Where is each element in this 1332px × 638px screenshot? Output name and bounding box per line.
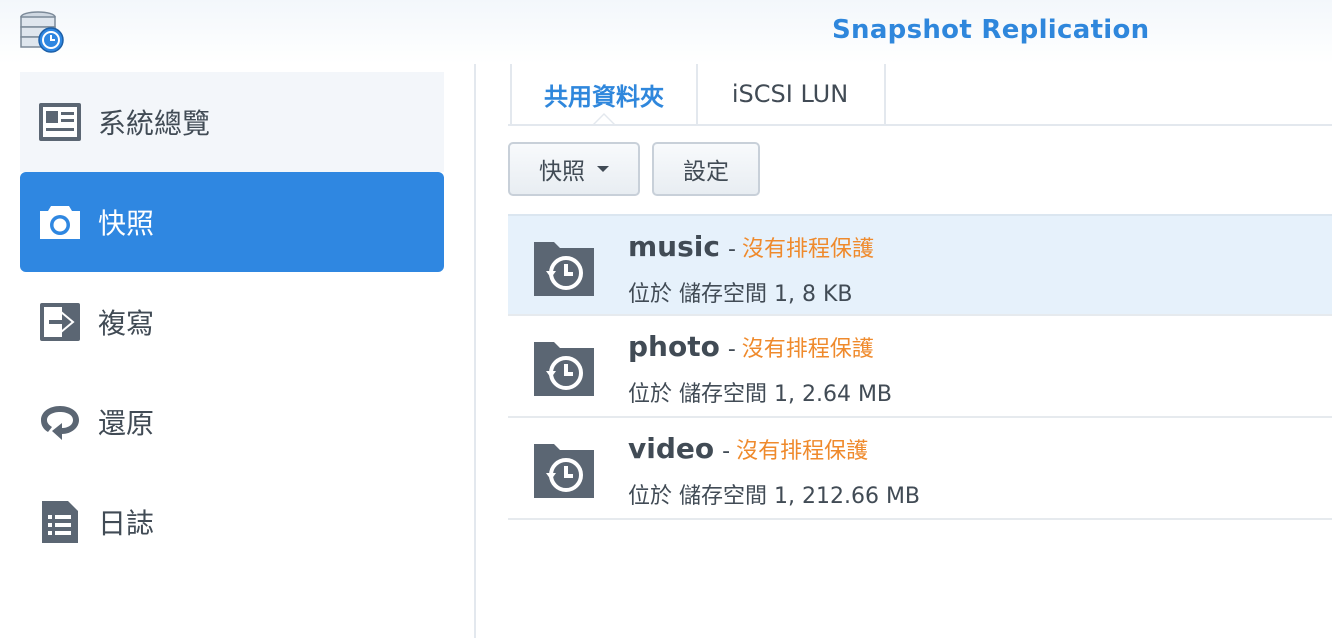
- schedule-status: 沒有排程保護: [741, 237, 874, 262]
- tab-bar: 共用資料夾 iSCSI LUN: [508, 64, 1332, 126]
- separator: -: [727, 337, 736, 362]
- active-tab-indicator: [593, 113, 615, 124]
- folder-location: 位於 儲存空間 1, 8 KB: [628, 282, 853, 307]
- sidebar-item-restore[interactable]: 還原: [20, 372, 444, 472]
- sidebar-item-label: 還原: [98, 407, 155, 440]
- restore-loop-icon: [38, 400, 82, 444]
- folder-name: photo: [628, 330, 720, 363]
- folder-snapshot-icon: [534, 242, 594, 296]
- app-title: Snapshot Replication: [832, 15, 1150, 45]
- sidebar: 系統總覽 快照 複寫 還原 日誌: [0, 64, 476, 638]
- sidebar-item-replication[interactable]: 複寫: [20, 272, 444, 372]
- snapshot-dropdown-button[interactable]: 快照: [508, 142, 640, 196]
- replication-arrow-icon: [38, 300, 82, 344]
- sidebar-item-label: 系統總覽: [98, 107, 211, 140]
- snapshot-replication-app-icon: [20, 11, 64, 53]
- folder-name: video: [628, 432, 715, 465]
- separator: -: [727, 237, 736, 262]
- folder-location: 位於 儲存空間 1, 2.64 MB: [628, 382, 893, 407]
- camera-icon: [38, 200, 82, 244]
- folder-snapshot-icon: [534, 342, 594, 396]
- chevron-down-icon: [597, 166, 609, 172]
- sidebar-item-log[interactable]: 日誌: [20, 472, 444, 572]
- schedule-status: 沒有排程保護: [741, 337, 874, 362]
- overview-card-icon: [38, 100, 82, 144]
- sidebar-item-overview[interactable]: 系統總覽: [20, 72, 444, 172]
- settings-button[interactable]: 設定: [652, 142, 760, 196]
- sidebar-item-label: 日誌: [98, 507, 155, 540]
- shared-folder-list: music - 沒有排程保護 位於 儲存空間 1, 8 KB photo - 沒有排程保…: [508, 214, 1332, 520]
- sidebar-item-snapshots[interactable]: 快照: [20, 172, 444, 272]
- folder-snapshot-icon: [534, 444, 594, 498]
- list-item[interactable]: video - 沒有排程保護 位於 儲存空間 1, 212.66 MB: [508, 418, 1332, 520]
- log-document-icon: [38, 500, 82, 544]
- snapshot-button-label: 快照: [539, 159, 585, 185]
- schedule-status: 沒有排程保護: [736, 439, 869, 464]
- folder-location: 位於 儲存空間 1, 212.66 MB: [628, 484, 921, 509]
- list-item[interactable]: music - 沒有排程保護 位於 儲存空間 1, 8 KB: [508, 214, 1332, 316]
- folder-name: music: [628, 230, 720, 263]
- tab-iscsi-lun[interactable]: iSCSI LUN: [696, 64, 886, 124]
- title-bar: Snapshot Replication: [0, 0, 1332, 64]
- list-item[interactable]: photo - 沒有排程保護 位於 儲存空間 1, 2.64 MB: [508, 316, 1332, 418]
- sidebar-item-label: 複寫: [98, 307, 155, 340]
- separator: -: [722, 439, 731, 464]
- sidebar-item-label: 快照: [98, 207, 155, 240]
